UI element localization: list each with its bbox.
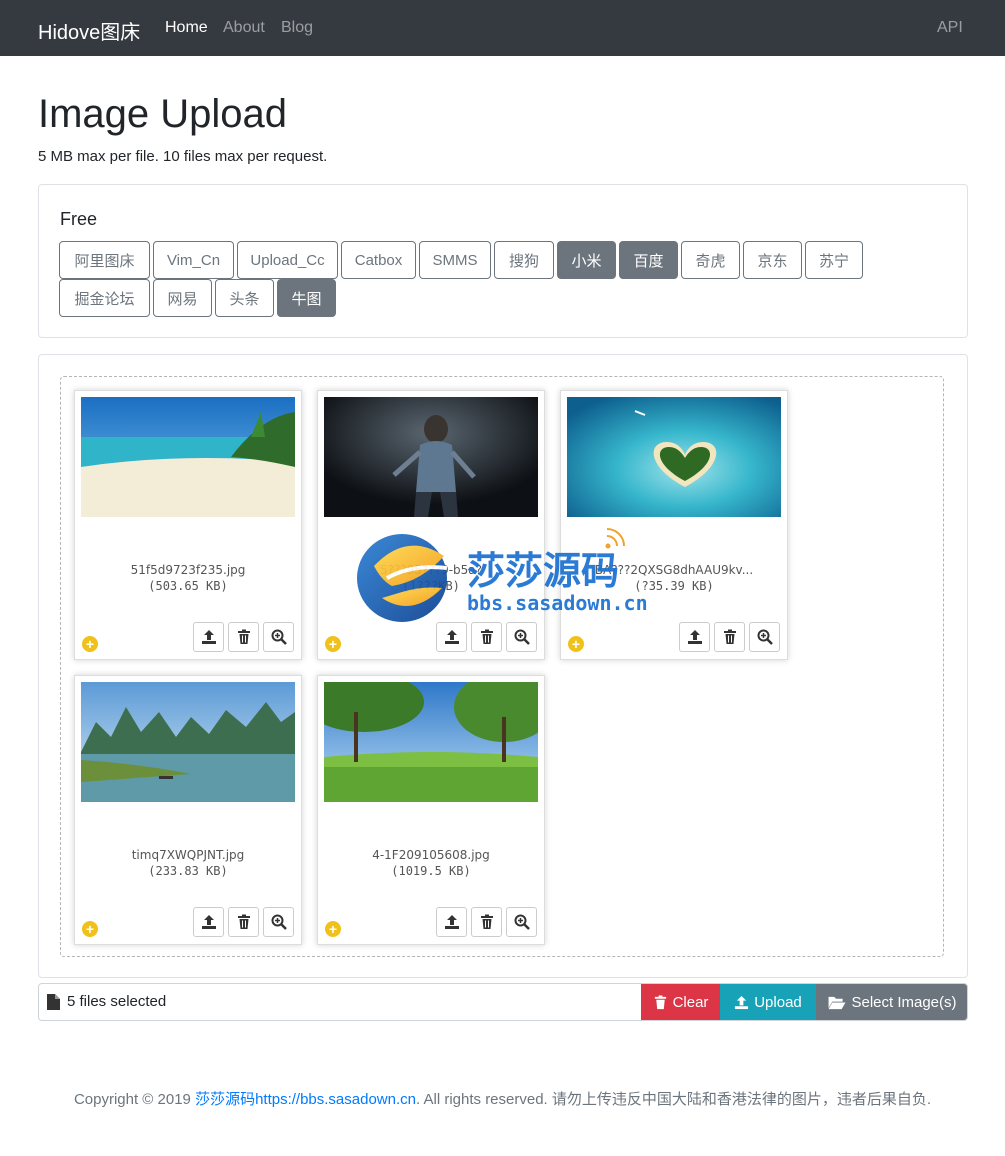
remove-file-button[interactable] bbox=[228, 622, 259, 652]
upload-icon bbox=[444, 915, 459, 929]
select-images-button-label: Select Image(s) bbox=[851, 993, 957, 1011]
upload-icon bbox=[201, 915, 216, 929]
nav-home[interactable]: Home bbox=[165, 19, 208, 37]
nav-blog[interactable]: Blog bbox=[281, 19, 313, 37]
preview-image[interactable] bbox=[81, 397, 295, 517]
brand-logo[interactable]: Hidove图床 bbox=[38, 16, 140, 45]
watermark-url: bbs.sasadown.cn bbox=[467, 591, 648, 615]
host-button[interactable]: Vim_Cn bbox=[153, 241, 234, 279]
host-button[interactable]: 小米 bbox=[557, 241, 616, 279]
footer-prefix: Copyright © 2019 bbox=[73, 1091, 196, 1108]
zoom-in-icon bbox=[271, 629, 287, 645]
file-size: (233.83 KB) bbox=[148, 864, 228, 878]
preview-image[interactable] bbox=[567, 397, 781, 517]
host-button[interactable]: 牛图 bbox=[277, 279, 336, 317]
folder-open-icon bbox=[829, 996, 846, 1009]
host-button[interactable]: 网易 bbox=[153, 279, 212, 317]
file-preview: 51f5d9723f235.jpg (503.65 KB) + bbox=[74, 390, 302, 660]
add-icon[interactable]: + bbox=[325, 921, 341, 937]
zoom-file-button[interactable] bbox=[749, 622, 780, 652]
zoom-in-icon bbox=[271, 914, 287, 930]
watermark-title: 莎莎源码 bbox=[467, 549, 619, 593]
add-icon[interactable]: + bbox=[82, 921, 98, 937]
upload-file-button[interactable] bbox=[193, 907, 224, 937]
zoom-file-button[interactable] bbox=[263, 907, 294, 937]
upload-icon bbox=[201, 630, 216, 644]
upload-button-label: Upload bbox=[754, 993, 802, 1011]
trash-icon bbox=[480, 629, 493, 644]
zoom-file-button[interactable] bbox=[263, 622, 294, 652]
upload-icon bbox=[735, 995, 749, 1009]
trash-icon bbox=[723, 629, 736, 644]
host-button[interactable]: 奇虎 bbox=[681, 241, 740, 279]
file-name: 4-1F209105608.jpg bbox=[372, 848, 490, 862]
trash-icon bbox=[654, 994, 666, 1009]
host-button[interactable]: 苏宁 bbox=[805, 241, 863, 279]
drop-zone[interactable]: 51f5d9723f235.jpg (503.65 KB) + + BA???2… bbox=[60, 376, 944, 957]
preview-card: 51f5d9723f235.jpg (503.65 KB) + + BA???2… bbox=[38, 354, 968, 978]
host-button[interactable]: Upload_Cc bbox=[237, 241, 338, 279]
page-title: Image Upload bbox=[38, 92, 288, 136]
host-selector-card: Free 阿里图床 Vim_Cn Upload_Cc Catbox SMMS 搜… bbox=[38, 184, 968, 338]
preview-image[interactable] bbox=[81, 682, 295, 802]
upload-file-button[interactable] bbox=[193, 622, 224, 652]
watermark-logo: 莎莎源码 bbs.sasadown.cn bbox=[357, 528, 648, 622]
file-size: (1019.5 KB) bbox=[391, 864, 471, 878]
footer: Copyright © 2019 莎莎源码https://bbs.sasadow… bbox=[0, 1088, 1005, 1109]
upload-file-button[interactable] bbox=[679, 622, 710, 652]
remove-file-button[interactable] bbox=[228, 907, 259, 937]
file-size: (503.65 KB) bbox=[148, 579, 228, 593]
trash-icon bbox=[237, 914, 250, 929]
file-caption: 5 files selected bbox=[47, 993, 166, 1010]
upload-icon bbox=[687, 630, 702, 644]
add-icon[interactable]: + bbox=[325, 636, 341, 652]
file-caption-text: 5 files selected bbox=[67, 993, 167, 1010]
remove-file-button[interactable] bbox=[471, 907, 502, 937]
host-button[interactable]: Catbox bbox=[341, 241, 416, 279]
upload-button[interactable]: Upload bbox=[720, 984, 816, 1020]
trash-icon bbox=[480, 914, 493, 929]
file-name: timq7XWQPJNT.jpg bbox=[131, 848, 245, 862]
add-icon[interactable]: + bbox=[568, 636, 584, 652]
host-button[interactable]: SMMS bbox=[419, 241, 491, 279]
preview-image[interactable] bbox=[324, 682, 538, 802]
nav-api[interactable]: API bbox=[937, 19, 963, 37]
host-button[interactable]: 搜狗 bbox=[494, 241, 554, 279]
add-icon[interactable]: + bbox=[82, 636, 98, 652]
zoom-in-icon bbox=[757, 629, 773, 645]
preview-image[interactable] bbox=[324, 397, 538, 517]
file-preview: 4-1F209105608.jpg (1019.5 KB) + bbox=[317, 675, 545, 945]
zoom-in-icon bbox=[514, 629, 530, 645]
select-images-button[interactable]: Select Image(s) bbox=[816, 984, 967, 1020]
file-preview: timq7XWQPJNT.jpg (233.83 KB) + bbox=[74, 675, 302, 945]
host-group-title: Free bbox=[60, 209, 98, 229]
page-subtitle: 5 MB max per file. 10 files max per requ… bbox=[38, 148, 328, 165]
zoom-file-button[interactable] bbox=[506, 907, 537, 937]
file-input-bar: 5 files selected Clear Upload Select Ima… bbox=[38, 983, 968, 1021]
host-button[interactable]: 掘金论坛 bbox=[59, 279, 150, 317]
host-button[interactable]: 阿里图床 bbox=[59, 241, 150, 279]
upload-file-button[interactable] bbox=[436, 907, 467, 937]
host-button[interactable]: 京东 bbox=[743, 241, 802, 279]
upload-icon bbox=[444, 630, 459, 644]
clear-button-label: Clear bbox=[672, 993, 709, 1011]
nav-about[interactable]: About bbox=[223, 19, 265, 37]
host-button[interactable]: 头条 bbox=[215, 279, 274, 317]
file-icon bbox=[47, 993, 60, 1010]
zoom-in-icon bbox=[514, 914, 530, 930]
file-name: 51f5d9723f235.jpg bbox=[130, 563, 246, 577]
trash-icon bbox=[237, 629, 250, 644]
remove-file-button[interactable] bbox=[714, 622, 745, 652]
footer-link[interactable]: 莎莎源码https://bbs.sasadown.cn bbox=[195, 1091, 416, 1108]
footer-suffix: . All rights reserved. 请勿上传违反中国大陆和香港法律的图… bbox=[416, 1091, 932, 1108]
navbar: Hidove图床 Home About Blog API bbox=[0, 0, 1005, 56]
host-button[interactable]: 百度 bbox=[619, 241, 678, 279]
clear-button[interactable]: Clear bbox=[641, 984, 720, 1020]
